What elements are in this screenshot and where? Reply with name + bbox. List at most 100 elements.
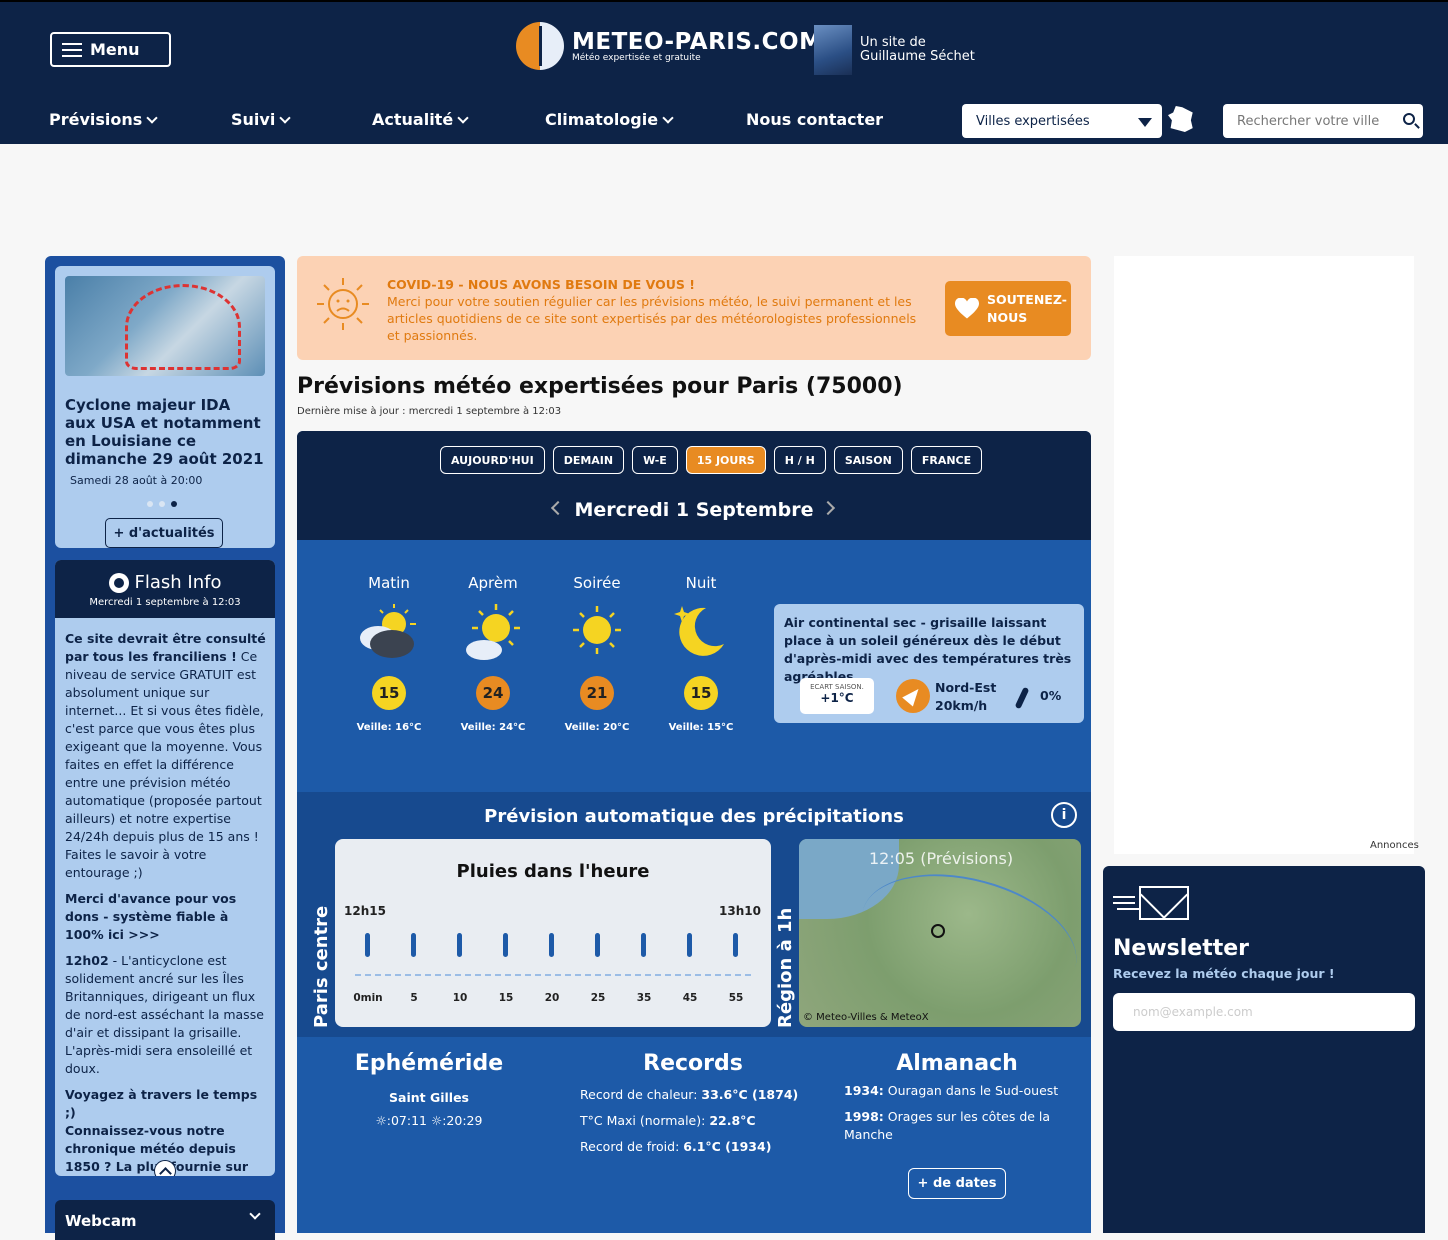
logo-icon bbox=[516, 22, 564, 70]
nav-suivi[interactable]: Suivi bbox=[231, 110, 291, 129]
raindrop-icon bbox=[549, 933, 554, 957]
tab-15-jours[interactable]: 15 JOURS bbox=[685, 446, 766, 474]
normal-max-label: T°C Maxi (normale): bbox=[580, 1113, 710, 1128]
flash-p3: - L'anticyclone est solidement ancré sur… bbox=[65, 953, 264, 1076]
heart-icon bbox=[955, 298, 979, 320]
search-icon[interactable] bbox=[1403, 113, 1415, 125]
records-title: Records bbox=[643, 1051, 743, 1076]
search-input[interactable]: Rechercher votre ville bbox=[1223, 104, 1423, 138]
map-copyright: © Meteo-Villes & MeteoX bbox=[803, 1012, 929, 1023]
support-button[interactable]: SOUTENEZ-NOUS bbox=[945, 281, 1071, 336]
news-card[interactable]: Cyclone majeur IDA aux USA et notamment … bbox=[55, 266, 275, 548]
sun-small-cloud-icon bbox=[466, 604, 520, 660]
chevron-down-icon bbox=[279, 111, 291, 124]
almanach-title: Almanach bbox=[896, 1051, 1018, 1076]
nav-climatologie[interactable]: Climatologie bbox=[545, 110, 674, 129]
info-icon[interactable]: i bbox=[1051, 802, 1077, 828]
flash-p3-bold: 12h02 bbox=[65, 953, 109, 968]
moon-icon bbox=[674, 606, 724, 656]
support-label: SOUTENEZ-NOUS bbox=[987, 291, 1067, 325]
ephemeride-title: Ephéméride bbox=[354, 1051, 504, 1076]
tab-saison[interactable]: SAISON bbox=[833, 446, 903, 474]
wind-info: Nord-Est 20km/h bbox=[935, 679, 996, 715]
sunrise-time: 07:11 bbox=[390, 1113, 427, 1128]
news-image[interactable] bbox=[65, 276, 265, 376]
newsletter-subtitle: Recevez la météo chaque jour ! bbox=[1113, 966, 1335, 981]
webcam-accordion[interactable]: Webcam bbox=[55, 1200, 275, 1240]
carousel-dots[interactable] bbox=[147, 501, 177, 507]
raindrop-icon bbox=[1014, 686, 1030, 710]
donate-link[interactable]: Merci d'avance pour vos dons - système f… bbox=[65, 891, 236, 942]
nav-contact[interactable]: Nous contacter bbox=[746, 110, 883, 129]
email-field[interactable]: nom@example.com bbox=[1113, 993, 1415, 1031]
nav-actualite[interactable]: Actualité bbox=[372, 110, 469, 129]
raindrop-icon bbox=[457, 933, 462, 957]
newsletter-title: Newsletter bbox=[1113, 936, 1250, 961]
rain-ticks: 0min 5 10 15 20 25 35 45 55 bbox=[345, 992, 765, 1006]
veille-temp: Veille: 15°C bbox=[668, 722, 734, 733]
nav-label: Actualité bbox=[372, 110, 454, 129]
tab-france[interactable]: FRANCE bbox=[910, 446, 983, 474]
radar-map[interactable]: 12:05 (Prévisions) © Meteo-Villes & Mete… bbox=[799, 839, 1081, 1027]
rain-tick: 45 bbox=[682, 992, 698, 1004]
site-logo[interactable]: METEO-PARIS.COM Météo expertisée et grat… bbox=[516, 22, 822, 70]
hamburger-icon bbox=[62, 42, 82, 57]
ephemeride-section: Ephéméride Saint Gilles ☼:07:11 ☼:20:29 bbox=[297, 1051, 561, 1128]
scroll-up-button[interactable] bbox=[154, 1160, 176, 1176]
precipitation-section: Prévision automatique des précipitations… bbox=[297, 792, 1091, 1037]
raindrop-icon bbox=[365, 933, 370, 957]
flash-header: Flash Info Mercredi 1 septembre à 12:03 bbox=[55, 560, 275, 618]
period-matin: Matin 15 Veille: 16°C bbox=[337, 574, 441, 733]
carousel-dot[interactable] bbox=[159, 501, 165, 507]
region-label: Région à 1h bbox=[775, 907, 796, 1028]
sun-icon bbox=[108, 572, 129, 593]
page-title: Prévisions météo expertisées pour Paris … bbox=[297, 374, 903, 399]
ad-slot[interactable] bbox=[1114, 256, 1414, 854]
envelope-icon bbox=[1139, 886, 1189, 920]
veille-temp: Veille: 20°C bbox=[564, 722, 630, 733]
nav-previsions[interactable]: Prévisions bbox=[49, 110, 158, 129]
sunset-icon: ☼ bbox=[430, 1113, 443, 1128]
rain-tick: 20 bbox=[544, 992, 560, 1004]
almanach-year: 1934: bbox=[844, 1083, 884, 1098]
forecast-header: AUJOURD'HUI DEMAIN W-E 15 JOURS H / H SA… bbox=[297, 431, 1091, 540]
tab-heure-par-heure[interactable]: H / H bbox=[773, 446, 826, 474]
nav-label: Climatologie bbox=[545, 110, 659, 129]
nav-label: Nous contacter bbox=[746, 110, 884, 129]
crosshair-icon bbox=[931, 924, 945, 938]
forecast-tabs: AUJOURD'HUI DEMAIN W-E 15 JOURS H / H SA… bbox=[440, 446, 983, 474]
ads-label: Annonces bbox=[1370, 840, 1419, 851]
france-map-icon[interactable] bbox=[1168, 106, 1193, 132]
temperature-badge: 24 bbox=[476, 676, 510, 710]
author-line2: Guillaume Séchet bbox=[860, 49, 975, 64]
tab-aujourdhui[interactable]: AUJOURD'HUI bbox=[440, 446, 545, 474]
more-news-button[interactable]: + d'actualités bbox=[105, 518, 223, 548]
flash-date: Mercredi 1 septembre à 12:03 bbox=[89, 597, 241, 608]
record-heat-value: 33.6°C (1874) bbox=[701, 1087, 799, 1102]
left-sidebar: Cyclone majeur IDA aux USA et notamment … bbox=[45, 256, 285, 1240]
covid-title: COVID-19 - NOUS AVONS BESOIN DE VOUS ! bbox=[387, 277, 695, 292]
rain-tick: 55 bbox=[728, 992, 744, 1004]
carousel-dot[interactable] bbox=[147, 501, 153, 507]
villes-select[interactable]: Villes expertisées bbox=[962, 104, 1162, 138]
raindrop-icon bbox=[733, 933, 738, 957]
rain-tick: 5 bbox=[410, 992, 418, 1004]
menu-label: Menu bbox=[90, 40, 140, 59]
flash-info-panel: Flash Info Mercredi 1 septembre à 12:03 … bbox=[55, 560, 275, 1176]
period-name: Matin bbox=[368, 574, 410, 592]
map-time: 12:05 (Prévisions) bbox=[869, 849, 1014, 868]
menu-button[interactable]: Menu bbox=[50, 32, 171, 67]
news-title[interactable]: Cyclone majeur IDA aux USA et notamment … bbox=[65, 396, 265, 468]
wind-direction-icon bbox=[896, 679, 930, 713]
rain-tick: 25 bbox=[590, 992, 606, 1004]
more-dates-button[interactable]: + de dates bbox=[908, 1168, 1006, 1199]
period-name: Nuit bbox=[685, 574, 717, 592]
tab-demain[interactable]: DEMAIN bbox=[552, 446, 625, 474]
weather-description-box: Air continental sec - grisaille laissant… bbox=[774, 604, 1084, 723]
map-river bbox=[847, 852, 1081, 1026]
author-link[interactable]: Un site de Guillaume Séchet bbox=[814, 25, 975, 75]
tab-weekend[interactable]: W-E bbox=[632, 446, 678, 474]
veille-temp: Veille: 24°C bbox=[460, 722, 526, 733]
carousel-dot-active[interactable] bbox=[171, 501, 177, 507]
chevron-down-icon bbox=[249, 1208, 261, 1220]
